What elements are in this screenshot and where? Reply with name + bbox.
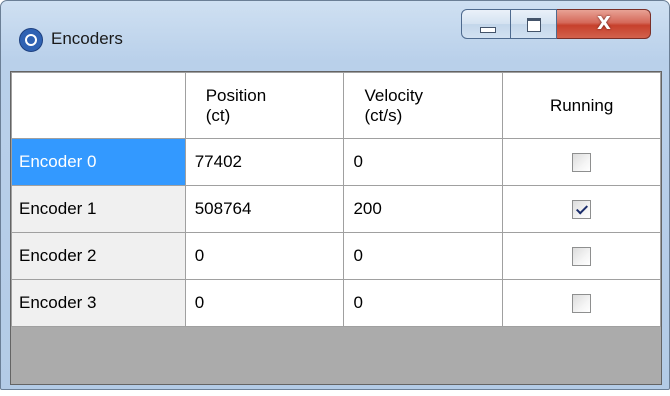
column-header-running[interactable]: Running xyxy=(502,72,661,139)
running-checkbox[interactable] xyxy=(572,200,592,219)
table-row[interactable]: Encoder 1 508764 200 xyxy=(11,185,661,233)
row-header-cell[interactable]: Encoder 0 xyxy=(11,138,186,186)
position-cell[interactable]: 0 xyxy=(184,279,345,327)
minimize-button[interactable] xyxy=(461,9,511,39)
running-cell xyxy=(502,185,661,233)
running-cell xyxy=(502,279,661,327)
row-header-cell[interactable]: Encoder 3 xyxy=(11,279,186,327)
close-button[interactable]: X xyxy=(557,9,651,39)
velocity-cell[interactable]: 0 xyxy=(343,232,504,280)
running-checkbox[interactable] xyxy=(572,153,592,172)
row-header-cell[interactable]: Encoder 2 xyxy=(11,232,186,280)
position-cell[interactable]: 508764 xyxy=(184,185,345,233)
column-header-unit: (ct) xyxy=(205,105,231,125)
running-cell xyxy=(502,138,661,186)
encoders-window: Encoders X Position (ct) Velocity (ct/s)… xyxy=(0,0,670,390)
velocity-cell[interactable]: 0 xyxy=(343,279,504,327)
column-header-row: Position (ct) Velocity (ct/s) Running xyxy=(11,72,661,139)
window-title: Encoders xyxy=(51,29,123,48)
corner-header-cell[interactable] xyxy=(11,72,186,139)
running-checkbox[interactable] xyxy=(572,294,592,313)
column-header-unit: (ct/s) xyxy=(364,105,403,125)
app-logo-icon xyxy=(19,28,43,52)
running-cell xyxy=(502,232,661,280)
encoders-grid[interactable]: Position (ct) Velocity (ct/s) Running En… xyxy=(10,71,662,385)
data-grid-table: Position (ct) Velocity (ct/s) Running En… xyxy=(11,72,661,327)
table-row[interactable]: Encoder 2 0 0 xyxy=(11,232,661,280)
position-cell[interactable]: 77402 xyxy=(184,138,345,186)
column-header-label: Running xyxy=(549,95,614,115)
close-icon: X xyxy=(597,13,611,34)
column-header-label: Velocity xyxy=(364,85,424,105)
maximize-icon xyxy=(527,18,541,32)
minimize-icon xyxy=(480,27,496,33)
row-header-cell[interactable]: Encoder 1 xyxy=(11,185,186,233)
title-bar[interactable]: Encoders X xyxy=(1,1,669,71)
table-row[interactable]: Encoder 3 0 0 xyxy=(11,279,661,327)
column-header-label: Position xyxy=(205,85,267,105)
window-controls: X xyxy=(461,9,661,41)
velocity-cell[interactable]: 0 xyxy=(343,138,504,186)
position-cell[interactable]: 0 xyxy=(184,232,345,280)
column-header-velocity[interactable]: Velocity (ct/s) xyxy=(343,72,504,139)
table-row[interactable]: Encoder 0 77402 0 xyxy=(11,138,661,186)
running-checkbox[interactable] xyxy=(572,247,592,266)
maximize-button[interactable] xyxy=(511,9,557,39)
velocity-cell[interactable]: 200 xyxy=(343,185,504,233)
column-header-position[interactable]: Position (ct) xyxy=(184,72,345,139)
